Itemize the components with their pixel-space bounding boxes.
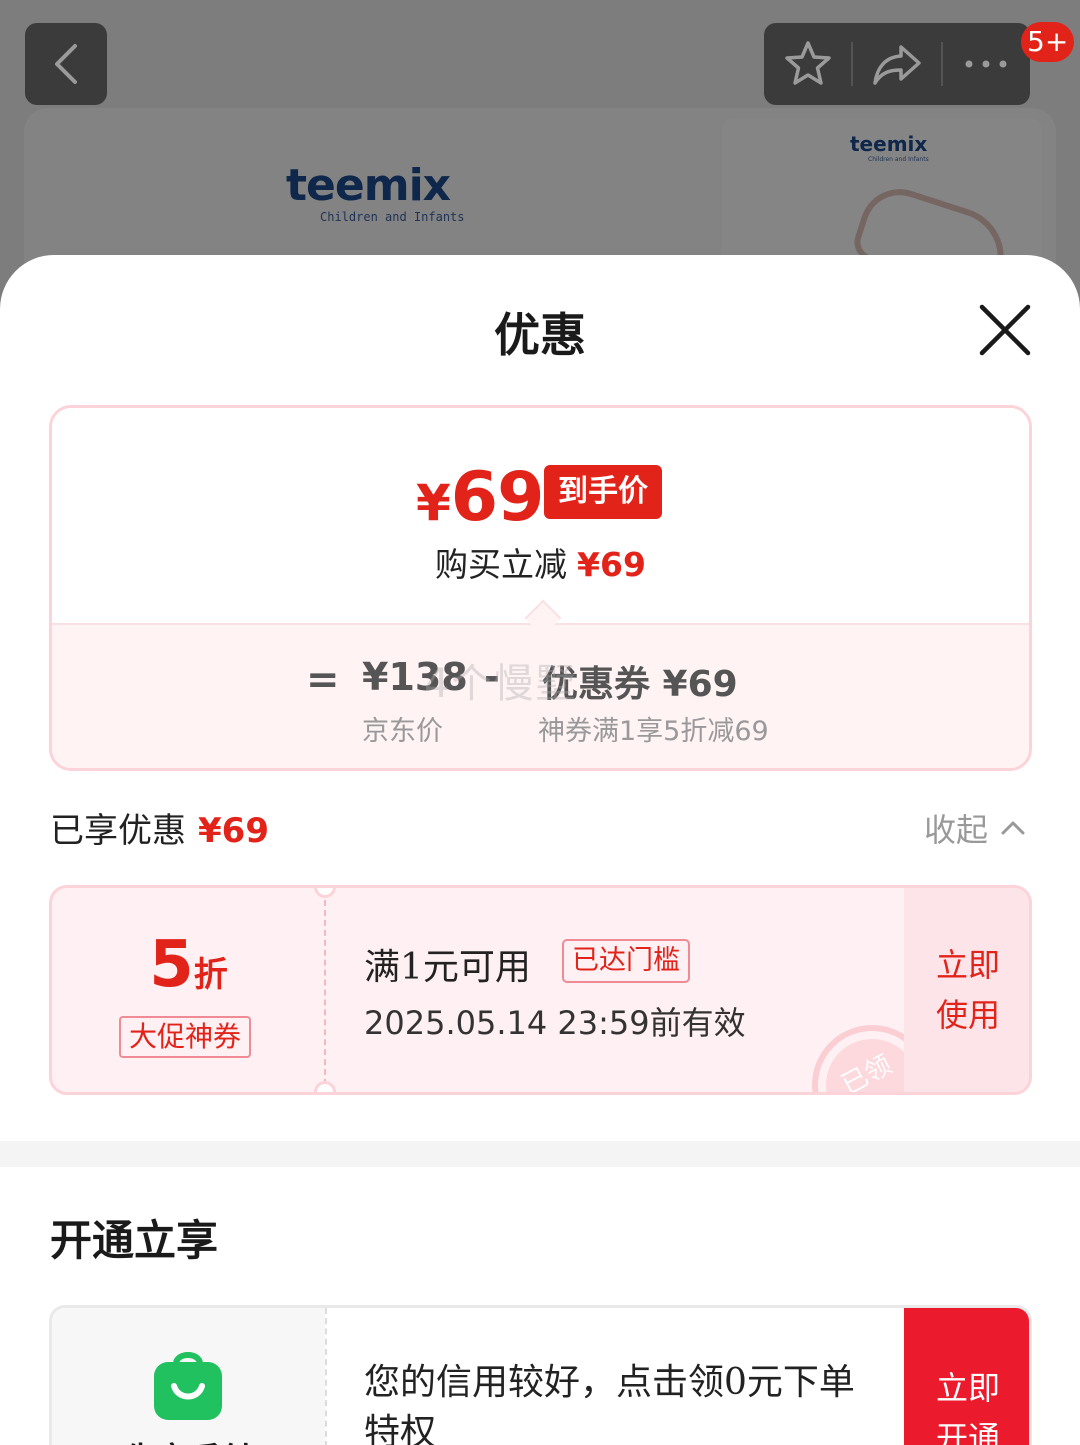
chevron-up-icon — [1001, 821, 1025, 835]
activate-now-button[interactable]: 立即 开通 — [904, 1308, 1029, 1445]
section-title: 开通立享 — [50, 1216, 219, 1265]
coupon-discount: 5折 — [52, 928, 325, 1002]
enjoyed-amount: ¥69 — [198, 811, 269, 851]
final-price-value: 69 — [450, 458, 545, 537]
discount-number: 5 — [149, 928, 194, 1002]
coupon-condition: 满1元可用 — [364, 947, 531, 988]
discount-sheet: 优惠 ¥69 到手价 购买立减 ¥69 = ¥138 京东价 - 优惠券 ¥69 … — [0, 255, 1080, 1445]
activate-card[interactable]: 先享后付 您的信用较好，点击领0元下单特权 立即 开通 — [49, 1305, 1032, 1445]
back-button[interactable] — [25, 23, 107, 105]
share-arrow-icon — [873, 45, 921, 85]
enjoyed-discount: 已享优惠 ¥69 — [50, 803, 269, 852]
more-button[interactable] — [943, 23, 1030, 105]
coupon-card[interactable]: 5折 大促神券 满1元可用 已达门槛 2025.05.14 23:59前有效 已… — [49, 885, 1032, 1095]
close-button[interactable] — [976, 301, 1034, 359]
collapse-toggle[interactable]: 收起 — [924, 805, 1026, 851]
discount-unit: 折 — [193, 955, 228, 995]
threshold-reached-tag: 已达门槛 — [562, 939, 690, 983]
section-divider — [0, 1141, 1080, 1167]
enjoyed-label: 已享优惠 — [50, 811, 186, 851]
shopping-bag-icon — [154, 1352, 222, 1420]
chevron-left-icon — [55, 44, 77, 84]
activate-card-text: 您的信用较好，点击领0元下单特权 — [364, 1362, 855, 1445]
coupon-type-tag: 大促神券 — [119, 1016, 252, 1058]
coupon-validity: 2025.05.14 23:59前有效 — [364, 1004, 746, 1042]
use-now-label: 立即 使用 — [935, 946, 1000, 1034]
share-button[interactable] — [853, 23, 940, 105]
final-price-tag: 到手价 — [544, 465, 662, 519]
reduction-label: 购买立减 — [435, 545, 568, 584]
instant-reduction: 购买立减 ¥69 — [52, 538, 1029, 586]
reduction-amount: ¥69 — [577, 545, 646, 584]
price-breakdown: = ¥138 京东价 - 优惠券 ¥69 神券满1享5折减69 4个慢墅 — [52, 623, 1029, 768]
notification-badge: 5+ — [1021, 22, 1075, 62]
coupon-dashed-divider — [324, 900, 326, 1085]
service-name: 先享后付 — [52, 1434, 325, 1445]
top-toolbar — [764, 23, 1030, 105]
currency-symbol: ¥ — [416, 474, 451, 532]
use-now-button[interactable]: 立即 使用 — [904, 888, 1029, 1092]
collapse-label: 收起 — [924, 811, 989, 849]
coupon-discount-panel: 5折 大促神券 — [52, 888, 325, 1092]
activate-now-label: 立即 开通 — [935, 1369, 1000, 1445]
more-dots-icon — [965, 60, 1007, 68]
star-icon — [784, 41, 831, 85]
coupon-notch-bottom — [314, 1081, 336, 1092]
final-price: ¥69 — [416, 458, 545, 537]
watermark: 4个慢墅 — [424, 661, 578, 707]
activate-card-brand: 先享后付 — [52, 1308, 325, 1445]
final-price-section: ¥69 到手价 购买立减 ¥69 — [52, 408, 1029, 623]
favorite-button[interactable] — [764, 23, 851, 105]
original-price-label: 京东价 — [362, 716, 443, 747]
price-summary-card: ¥69 到手价 购买立减 ¥69 = ¥138 京东价 - 优惠券 ¥69 神券满… — [49, 405, 1032, 771]
close-icon — [979, 304, 1031, 356]
sheet-title: 优惠 — [494, 308, 586, 362]
activate-card-divider — [325, 1308, 327, 1445]
equals-sign: = — [306, 657, 340, 703]
coupon-description: 神券满1享5折减69 — [538, 716, 769, 747]
